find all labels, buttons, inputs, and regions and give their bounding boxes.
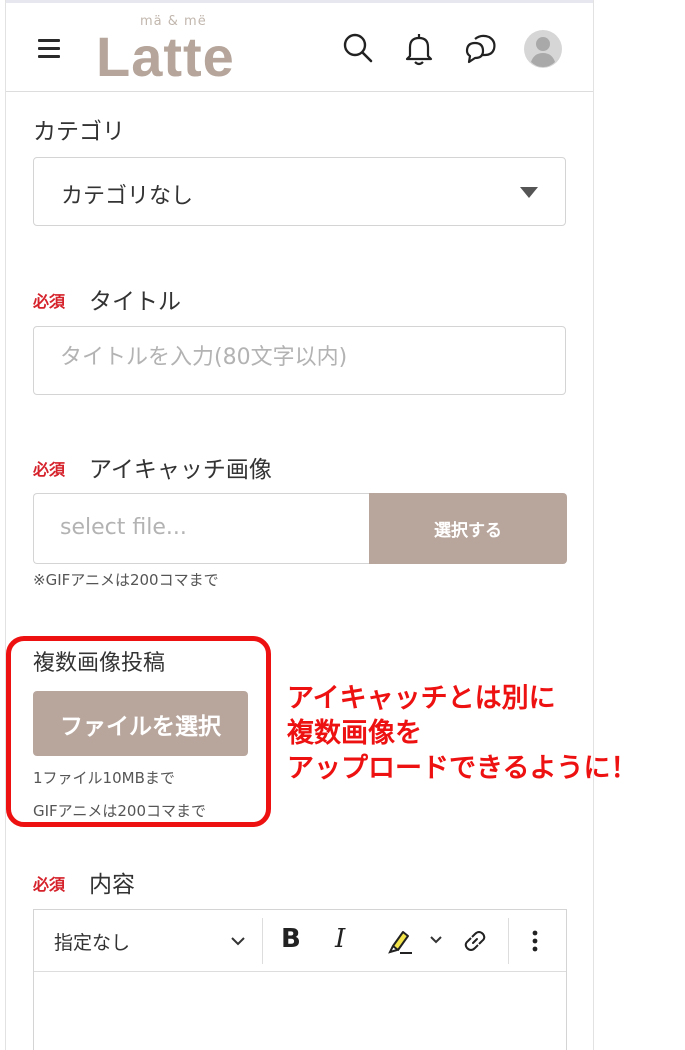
chevron-down-icon[interactable] — [428, 932, 444, 948]
required-badge: 必須 — [33, 875, 66, 894]
chevron-down-icon[interactable] — [229, 932, 247, 950]
chat-icon[interactable] — [461, 29, 501, 69]
content-editor[interactable]: 指定なし B I — [33, 909, 567, 1050]
toolbar-divider — [262, 918, 263, 964]
link-icon[interactable] — [460, 926, 490, 956]
annotation-line-3: アップロードできるように！ — [287, 753, 638, 784]
search-icon[interactable] — [339, 29, 379, 69]
eyecatch-file-field[interactable]: select file... — [33, 493, 369, 564]
category-label: カテゴリ — [33, 119, 125, 145]
annotation-highlight-box — [6, 636, 271, 827]
logo[interactable]: mä & më Latte — [96, 14, 266, 88]
italic-icon[interactable]: I — [335, 924, 345, 954]
menu-icon[interactable] — [36, 37, 64, 59]
annotation-line-2: 複数画像を — [287, 718, 422, 749]
required-badge: 必須 — [33, 292, 66, 311]
bell-icon[interactable] — [399, 29, 439, 69]
content-label: 内容 — [89, 872, 135, 898]
toolbar-divider — [508, 918, 509, 964]
title-field[interactable] — [33, 326, 566, 395]
logo-text: Latte — [96, 25, 235, 88]
bold-icon[interactable]: B — [281, 924, 301, 954]
more-icon[interactable] — [525, 926, 545, 956]
eyecatch-label: アイキャッチ画像 — [89, 457, 272, 483]
title-input[interactable] — [60, 345, 540, 370]
eyecatch-note: ※GIFアニメは200コマまで — [33, 571, 219, 589]
select-file-button[interactable]: 選択する — [369, 493, 567, 564]
format-select[interactable]: 指定なし — [54, 928, 130, 955]
title-label: タイトル — [89, 289, 181, 315]
dropdown-caret-icon — [520, 187, 538, 198]
required-badge: 必須 — [33, 460, 66, 479]
mobile-screen: mä & më Latte カテゴリ カテゴリなし 必須 タイトル 必須 アイキ… — [5, 0, 594, 1050]
category-selected-value: カテゴリなし — [61, 184, 194, 209]
eyecatch-file-picker: select file... 選択する — [33, 493, 567, 564]
app-header: mä & më Latte — [6, 3, 593, 92]
highlight-icon[interactable] — [384, 926, 414, 956]
file-placeholder: select file... — [60, 515, 187, 540]
editor-toolbar: 指定なし B I — [34, 910, 566, 972]
annotation-line-1: アイキャッチとは別に — [287, 683, 556, 714]
category-select[interactable]: カテゴリなし — [33, 157, 566, 226]
avatar-icon[interactable] — [523, 29, 563, 69]
